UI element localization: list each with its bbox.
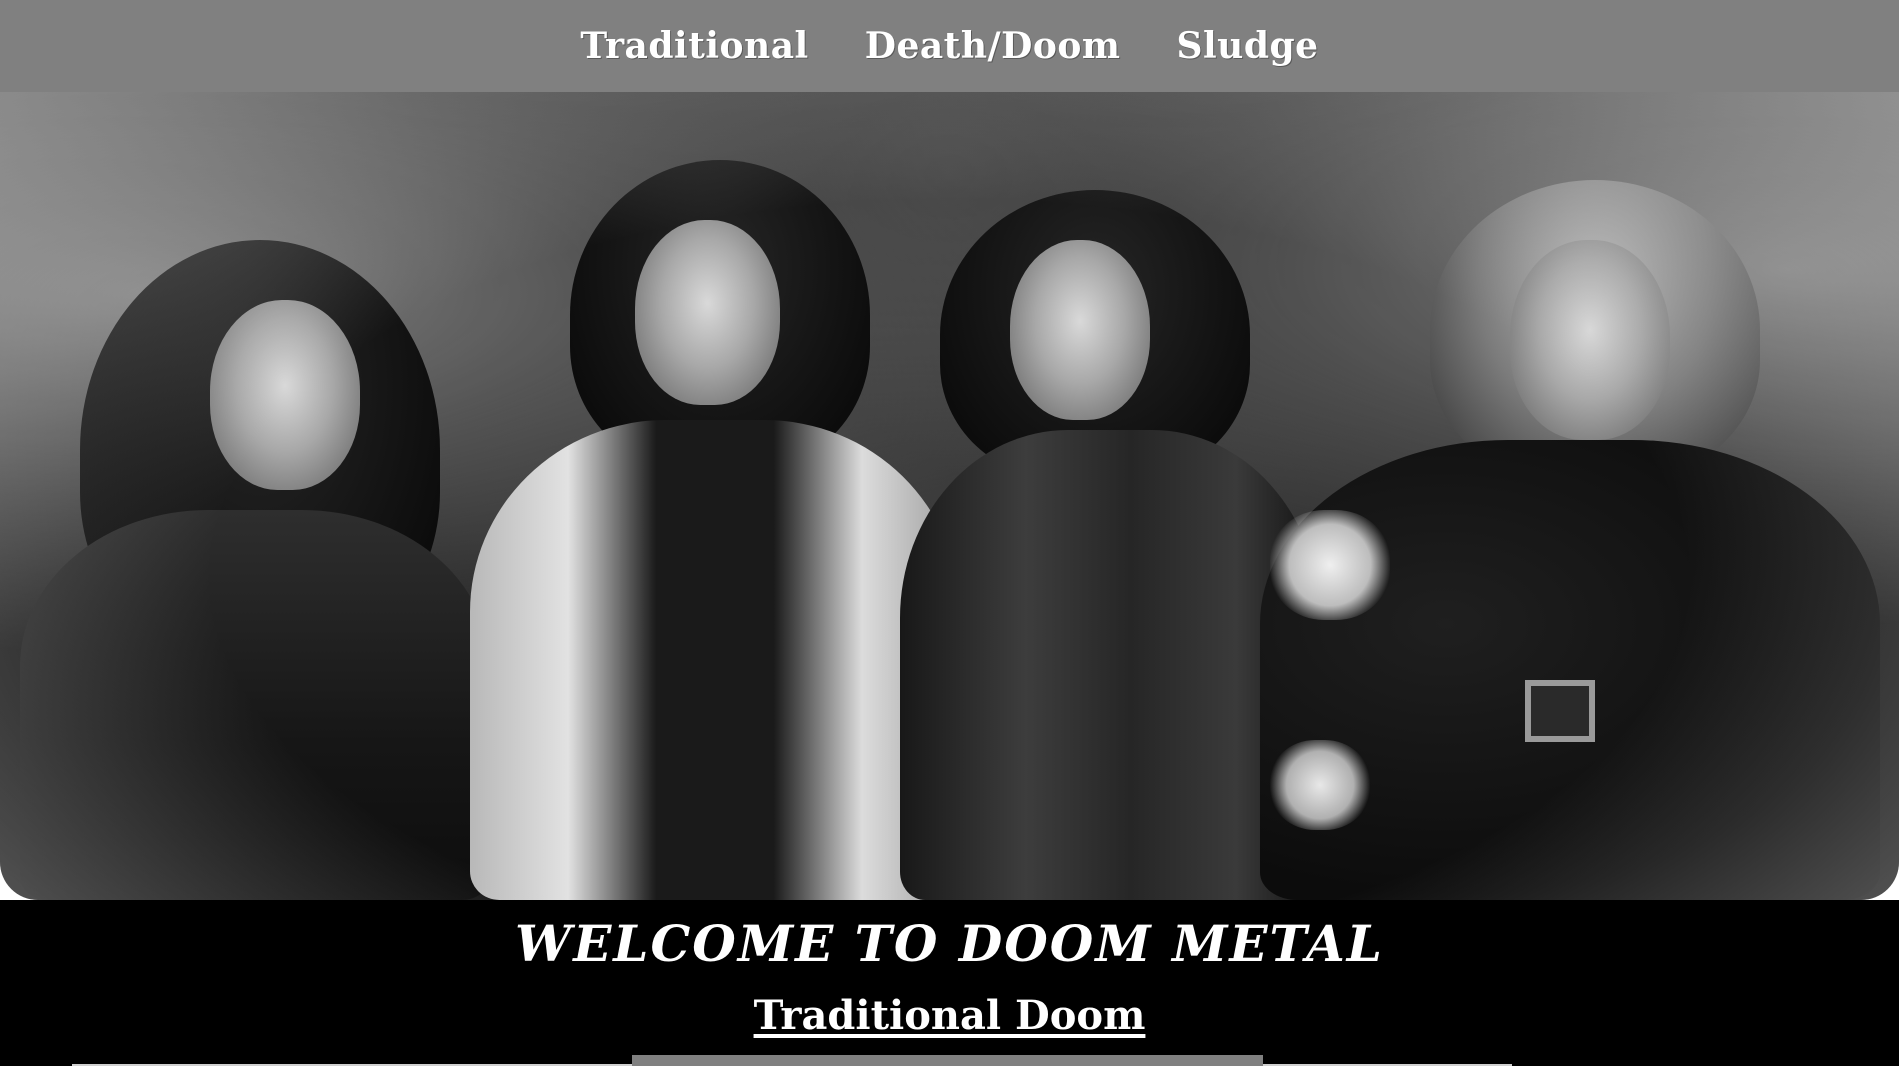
page-title: WELCOME TO DOOM METAL	[515, 914, 1384, 973]
band-member-4-fur-patch-lower	[1270, 740, 1370, 830]
content-panel-top	[632, 1055, 1263, 1066]
band-member-3-leather-coat	[900, 430, 1320, 900]
nav-link-traditional[interactable]: Traditional	[576, 25, 812, 67]
top-navigation-bar: Traditional Death/Doom Sludge	[0, 0, 1899, 92]
band-member-figure-4	[1260, 180, 1880, 900]
content-section: WELCOME TO DOOM METAL Traditional Doom	[0, 900, 1899, 1066]
band-member-2-face	[635, 220, 780, 405]
band-member-3-face	[1010, 240, 1150, 420]
nav-link-death-doom[interactable]: Death/Doom	[861, 25, 1125, 67]
band-member-4-fur-patch	[1270, 510, 1390, 620]
hero-band-photo	[0, 92, 1899, 900]
band-member-1-leather-jacket	[20, 510, 490, 900]
band-member-4-belt-buckle	[1525, 680, 1595, 742]
section-heading-traditional-doom[interactable]: Traditional Doom	[754, 992, 1146, 1039]
band-member-4-face	[1510, 240, 1670, 440]
band-member-4-fur-vest	[1260, 440, 1880, 900]
nav-link-sludge[interactable]: Sludge	[1172, 25, 1322, 67]
band-member-1-face	[210, 300, 360, 490]
band-member-figure-1	[10, 200, 510, 900]
section-heading: Traditional Doom	[0, 992, 1899, 1039]
